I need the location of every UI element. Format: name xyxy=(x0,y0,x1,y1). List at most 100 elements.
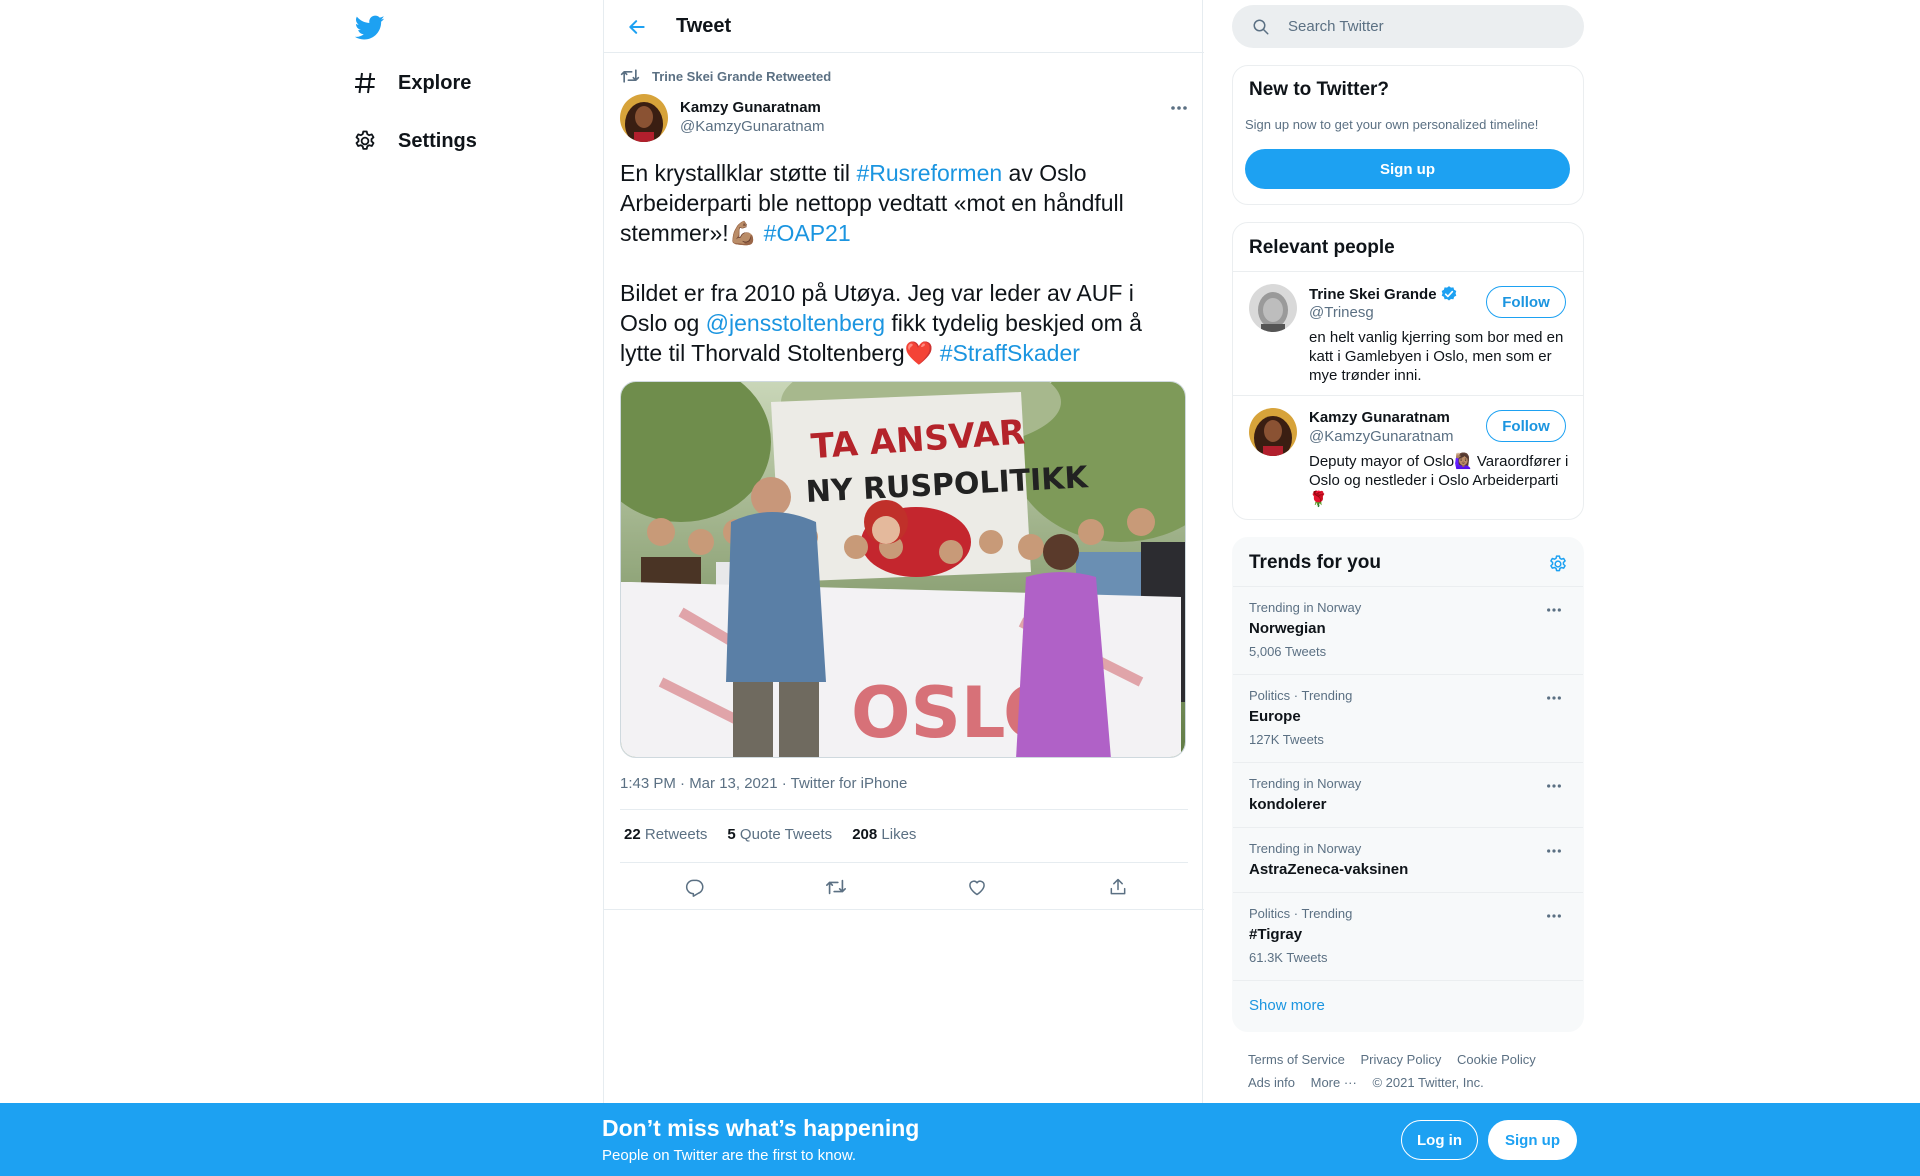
copyright-text: © 2021 Twitter, Inc. xyxy=(1372,1075,1484,1090)
follow-button[interactable]: Follow xyxy=(1486,410,1566,442)
tweet-timestamp[interactable]: 1:43 PM · Mar 13, 2021 · Twitter for iPh… xyxy=(620,775,907,792)
trend-context: Politics · Trending xyxy=(1249,688,1353,703)
hashtag-icon xyxy=(350,68,380,98)
cookie-link[interactable]: Cookie Policy xyxy=(1457,1052,1536,1067)
person-name[interactable]: Kamzy Gunaratnam xyxy=(1309,409,1450,426)
trend-context: Trending in Norway xyxy=(1249,600,1362,615)
tweet-stats: 22 Retweets 5 Quote Tweets 208 Likes xyxy=(624,826,936,843)
nav-settings[interactable]: Settings xyxy=(350,117,477,165)
retweets-stat[interactable]: 22 Retweets xyxy=(624,826,707,843)
tweet-column: Tweet Trine Skei Grande Retweeted Kamzy … xyxy=(603,0,1204,1103)
quote-tweets-stat[interactable]: 5 Quote Tweets xyxy=(727,826,832,843)
trend-name: kondolerer xyxy=(1249,796,1327,813)
person-name-text: Trine Skei Grande xyxy=(1309,285,1437,303)
hashtag-link[interactable]: #StraffSkader xyxy=(940,340,1080,366)
trends-title: Trends for you xyxy=(1249,552,1381,573)
person-avatar[interactable] xyxy=(1249,284,1297,332)
new-to-twitter-subtitle: Sign up now to get your own personalized… xyxy=(1245,117,1539,132)
more-options-icon[interactable] xyxy=(1539,771,1569,801)
terms-link[interactable]: Terms of Service xyxy=(1248,1052,1345,1067)
twitter-bird-icon[interactable] xyxy=(350,10,390,50)
quote-tweets-label: Quote Tweets xyxy=(739,826,833,843)
trend-item[interactable]: Trending in Norway kondolerer xyxy=(1233,762,1583,827)
more-options-icon[interactable] xyxy=(1539,683,1569,713)
author-name[interactable]: Kamzy Gunaratnam xyxy=(680,99,821,116)
tweet-header: Tweet xyxy=(604,0,1204,53)
like-heart-icon[interactable] xyxy=(962,872,992,902)
person-bio: Deputy mayor of Oslo🙋🏽‍♀️ Varaordfører i… xyxy=(1309,453,1569,508)
nav-explore[interactable]: Explore xyxy=(350,59,471,107)
footer-links: Terms of Service Privacy Policy Cookie P… xyxy=(1248,1052,1548,1067)
reply-icon[interactable] xyxy=(680,872,710,902)
trend-name: #Tigray xyxy=(1249,926,1303,943)
trend-context: Politics · Trending xyxy=(1249,906,1353,921)
person-row[interactable]: Kamzy Gunaratnam @KamzyGunaratnam Deputy… xyxy=(1233,395,1583,519)
retweets-count: 22 xyxy=(624,826,641,843)
more-options-icon[interactable] xyxy=(1164,93,1194,123)
follow-button[interactable]: Follow xyxy=(1486,286,1566,318)
person-handle[interactable]: @KamzyGunaratnam xyxy=(1309,428,1453,445)
person-name[interactable]: Trine Skei Grande xyxy=(1309,285,1458,303)
author-avatar[interactable] xyxy=(620,94,668,142)
more-options-icon[interactable] xyxy=(1539,901,1569,931)
trend-count: 5,006 Tweets xyxy=(1249,644,1327,659)
sign-up-button[interactable]: Sign up xyxy=(1245,149,1570,189)
trend-count: 61.3K Tweets xyxy=(1249,950,1328,965)
divider xyxy=(620,862,1188,863)
arrow-left-icon[interactable] xyxy=(621,11,653,43)
likes-stat[interactable]: 208 Likes xyxy=(852,826,916,843)
nav-explore-label: Explore xyxy=(398,71,472,94)
retweet-context: Trine Skei Grande Retweeted xyxy=(620,66,831,86)
show-more-label: Show more xyxy=(1249,997,1325,1014)
show-more-link[interactable]: Show more xyxy=(1233,980,1583,1031)
flexed-biceps-emoji: 💪🏽 xyxy=(728,220,758,246)
trend-count: 127K Tweets xyxy=(1249,732,1324,747)
tweet-photo[interactable]: TA ANSVAR NY RUSPOLITIKK OSLO xyxy=(620,381,1186,758)
tweet-text-part: En krystallklar støtte til xyxy=(620,160,857,186)
divider xyxy=(604,909,1204,910)
banner-sign-up-button[interactable]: Sign up xyxy=(1488,1120,1577,1160)
relevant-people-card: Relevant people Trine Skei Grande @Trine… xyxy=(1232,222,1584,520)
person-bio: en helt vanlig kjerring som bor med en k… xyxy=(1309,329,1564,384)
gear-icon xyxy=(350,126,380,156)
new-to-twitter-title: New to Twitter? xyxy=(1249,79,1390,100)
log-in-button[interactable]: Log in xyxy=(1401,1120,1478,1160)
trend-item[interactable]: Politics · Trending #Tigray 61.3K Tweets xyxy=(1233,892,1583,980)
retweet-icon[interactable] xyxy=(821,872,851,902)
trends-card: Trends for you Trending in Norway Norweg… xyxy=(1232,537,1584,1032)
mention-link[interactable]: @jensstoltenberg xyxy=(706,310,885,336)
trend-item[interactable]: Trending in Norway Norwegian 5,006 Tweet… xyxy=(1233,586,1583,674)
person-name-text: Kamzy Gunaratnam xyxy=(1309,409,1450,426)
trend-name: Norwegian xyxy=(1249,620,1326,637)
search-input[interactable] xyxy=(1288,5,1568,48)
likes-label: Likes xyxy=(881,826,917,843)
quote-tweets-count: 5 xyxy=(727,826,736,843)
trend-context: Trending in Norway xyxy=(1249,776,1362,791)
trend-context: Trending in Norway xyxy=(1249,841,1362,856)
trend-name: Europe xyxy=(1249,708,1301,725)
trend-item[interactable]: Politics · Trending Europe 127K Tweets xyxy=(1233,674,1583,762)
hashtag-link[interactable]: #OAP21 xyxy=(764,220,851,246)
retweeted-by-text[interactable]: Trine Skei Grande Retweeted xyxy=(652,69,831,84)
heart-emoji: ❤️ xyxy=(904,340,934,366)
privacy-link[interactable]: Privacy Policy xyxy=(1360,1052,1441,1067)
trend-item[interactable]: Trending in Norway AstraZeneca-vaksinen xyxy=(1233,827,1583,892)
more-options-icon[interactable] xyxy=(1539,836,1569,866)
author-handle[interactable]: @KamzyGunaratnam xyxy=(680,118,824,135)
share-icon[interactable] xyxy=(1103,872,1133,902)
verified-badge-icon xyxy=(1440,285,1458,303)
person-avatar[interactable] xyxy=(1249,408,1297,456)
person-row[interactable]: Trine Skei Grande @Trinesg en helt vanli… xyxy=(1233,271,1583,395)
likes-count: 208 xyxy=(852,826,878,843)
ads-info-link[interactable]: Ads info xyxy=(1248,1075,1295,1090)
hashtag-link[interactable]: #Rusreformen xyxy=(856,160,1002,186)
retweet-icon xyxy=(620,67,640,85)
more-link[interactable]: More ··· xyxy=(1311,1075,1357,1090)
divider xyxy=(620,809,1188,810)
trend-name: AstraZeneca-vaksinen xyxy=(1249,861,1409,878)
trends-settings-gear-icon[interactable] xyxy=(1545,551,1571,577)
more-options-icon[interactable] xyxy=(1539,595,1569,625)
retweets-label: Retweets xyxy=(644,826,708,843)
person-handle[interactable]: @Trinesg xyxy=(1309,304,1374,321)
new-to-twitter-card: New to Twitter? Sign up now to get your … xyxy=(1232,65,1584,205)
